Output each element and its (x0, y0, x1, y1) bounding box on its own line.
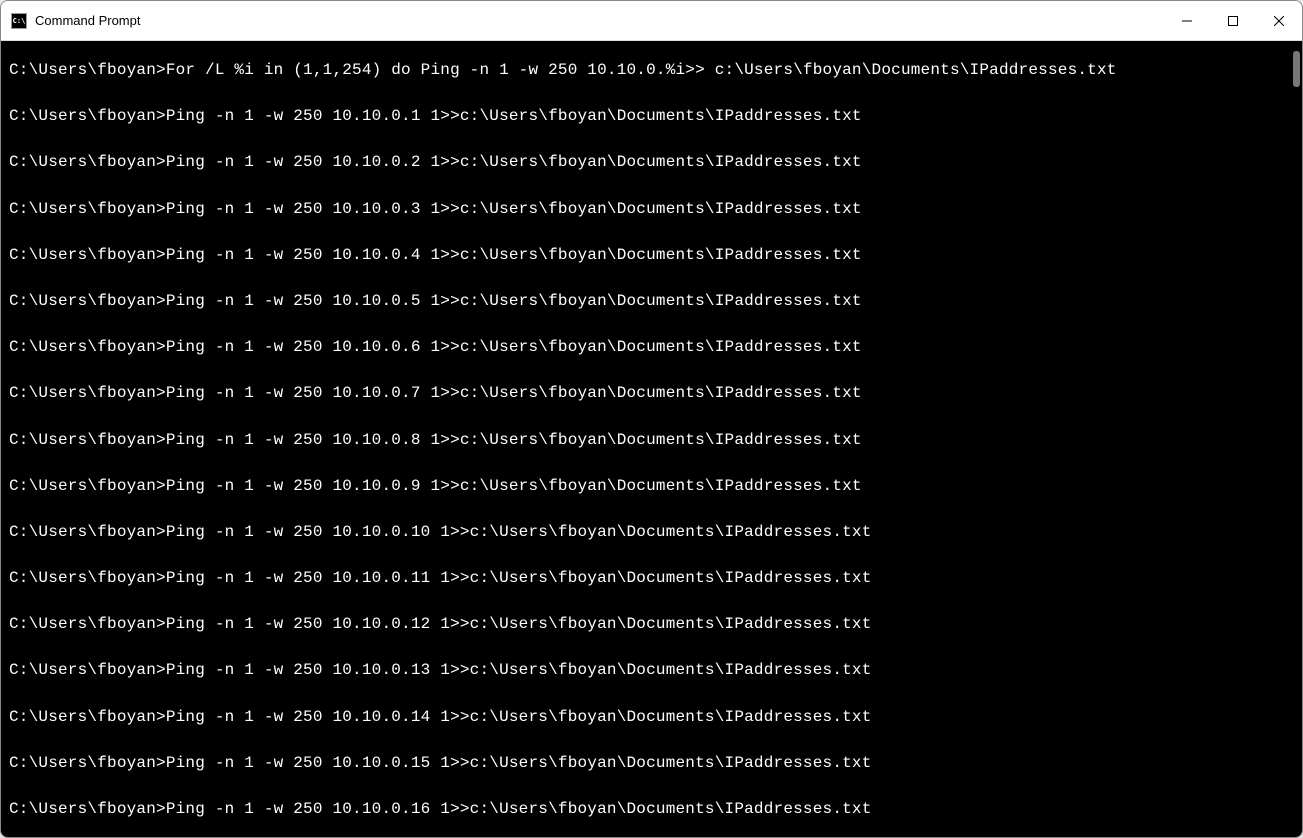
terminal-line: C:\Users\fboyan>Ping -n 1 -w 250 10.10.0… (9, 244, 1277, 267)
terminal-line (9, 590, 1277, 613)
terminal-line (9, 221, 1277, 244)
terminal-line (9, 82, 1277, 105)
terminal-line: C:\Users\fboyan>Ping -n 1 -w 250 10.10.0… (9, 521, 1277, 544)
terminal-line (9, 729, 1277, 752)
minimize-button[interactable] (1164, 1, 1210, 40)
window-controls (1164, 1, 1302, 40)
terminal-line: C:\Users\fboyan>Ping -n 1 -w 250 10.10.0… (9, 105, 1277, 128)
terminal-line: C:\Users\fboyan>Ping -n 1 -w 250 10.10.0… (9, 336, 1277, 359)
terminal-line: C:\Users\fboyan>Ping -n 1 -w 250 10.10.0… (9, 475, 1277, 498)
terminal-line (9, 544, 1277, 567)
terminal-line: C:\Users\fboyan>Ping -n 1 -w 250 10.10.0… (9, 198, 1277, 221)
terminal-line (9, 267, 1277, 290)
terminal-line: C:\Users\fboyan>Ping -n 1 -w 250 10.10.0… (9, 151, 1277, 174)
terminal-line (9, 636, 1277, 659)
maximize-icon (1228, 16, 1238, 26)
terminal-line: C:\Users\fboyan>Ping -n 1 -w 250 10.10.0… (9, 613, 1277, 636)
window-title: Command Prompt (35, 13, 1164, 28)
terminal-line (9, 359, 1277, 382)
terminal-line (9, 452, 1277, 475)
terminal-line (9, 406, 1277, 429)
terminal-line (9, 683, 1277, 706)
minimize-icon (1182, 16, 1192, 26)
terminal-line: C:\Users\fboyan>For /L %i in (1,1,254) d… (9, 59, 1277, 82)
terminal-wrap: C:\Users\fboyan>For /L %i in (1,1,254) d… (1, 41, 1302, 837)
terminal-line (9, 175, 1277, 198)
terminal-line (9, 775, 1277, 798)
scrollbar[interactable] (1285, 41, 1302, 837)
terminal-line (9, 313, 1277, 336)
terminal-output[interactable]: C:\Users\fboyan>For /L %i in (1,1,254) d… (1, 41, 1285, 837)
terminal-line: C:\Users\fboyan>Ping -n 1 -w 250 10.10.0… (9, 706, 1277, 729)
terminal-line: C:\Users\fboyan>Ping -n 1 -w 250 10.10.0… (9, 290, 1277, 313)
scroll-thumb[interactable] (1293, 51, 1300, 87)
terminal-line (9, 128, 1277, 151)
terminal-line: C:\Users\fboyan>Ping -n 1 -w 250 10.10.0… (9, 429, 1277, 452)
terminal-line: C:\Users\fboyan>Ping -n 1 -w 250 10.10.0… (9, 659, 1277, 682)
close-button[interactable] (1256, 1, 1302, 40)
terminal-line: C:\Users\fboyan>Ping -n 1 -w 250 10.10.0… (9, 567, 1277, 590)
terminal-line: C:\Users\fboyan>Ping -n 1 -w 250 10.10.0… (9, 798, 1277, 821)
cmd-icon: C:\ (11, 13, 27, 29)
command-prompt-window: C:\ Command Prompt C:\Users\fboyan>For /… (0, 0, 1303, 838)
maximize-button[interactable] (1210, 1, 1256, 40)
close-icon (1274, 16, 1284, 26)
titlebar[interactable]: C:\ Command Prompt (1, 1, 1302, 41)
terminal-line: C:\Users\fboyan>Ping -n 1 -w 250 10.10.0… (9, 752, 1277, 775)
terminal-line: C:\Users\fboyan>Ping -n 1 -w 250 10.10.0… (9, 382, 1277, 405)
terminal-line (9, 498, 1277, 521)
